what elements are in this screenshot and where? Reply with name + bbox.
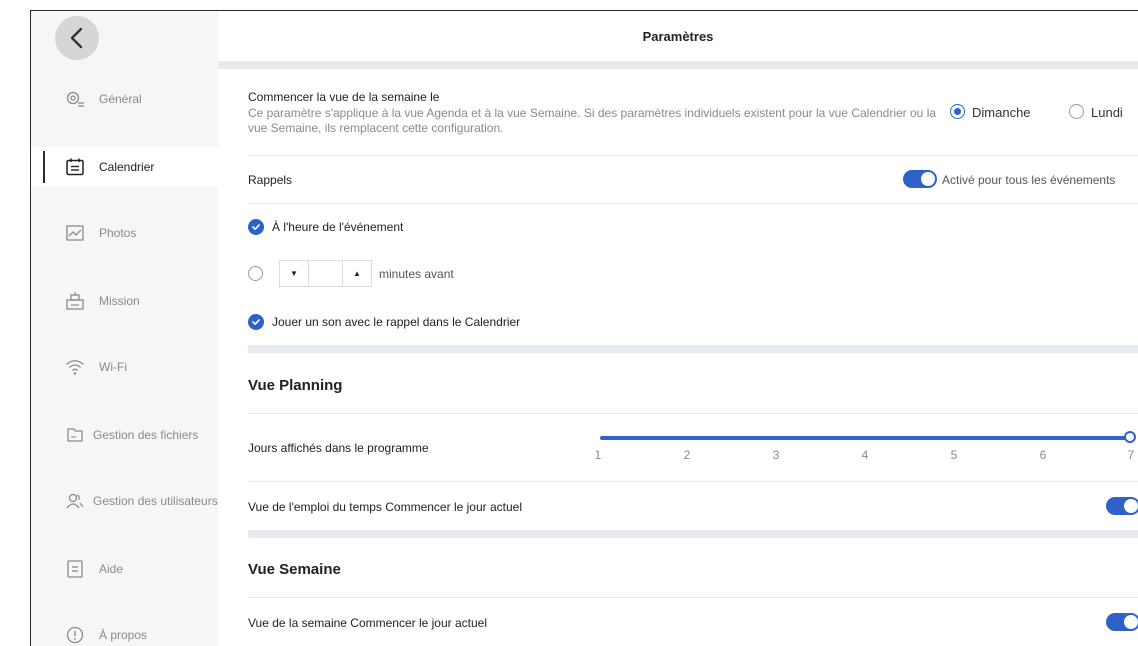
week-view-heading: Vue Semaine xyxy=(248,561,341,578)
planning-heading: Vue Planning xyxy=(248,377,343,394)
divider xyxy=(248,203,1138,204)
slider-tick: 4 xyxy=(861,448,869,462)
week-start-description: Ce paramètre s'applique à la vue Agenda … xyxy=(248,106,937,135)
sound-checkbox[interactable] xyxy=(248,314,264,330)
sidebar-item-label: À propos xyxy=(99,628,148,642)
minutes-stepper[interactable]: ▼ ▲ xyxy=(279,260,372,287)
slider-tick: 5 xyxy=(950,448,958,462)
folder-icon xyxy=(65,425,85,445)
section-separator xyxy=(248,345,1138,353)
sidebar-item-label: Gestion des utilisateurs xyxy=(93,494,218,508)
checkmark-icon xyxy=(252,319,260,325)
sound-label: Jouer un son avec le rappel dans le Cale… xyxy=(272,315,521,329)
section-separator xyxy=(248,530,1138,538)
radio-sunday[interactable] xyxy=(950,104,965,119)
sidebar-item-label: Photos xyxy=(99,226,137,240)
sidebar-item-label: Calendrier xyxy=(99,160,155,174)
week-today-label: Vue de la semaine Commencer le jour actu… xyxy=(248,616,488,630)
radio-monday[interactable] xyxy=(1069,104,1084,119)
slider-tick: 2 xyxy=(683,448,691,462)
reminders-title: Rappels xyxy=(248,173,293,187)
slider-tick: 6 xyxy=(1039,448,1047,462)
wifi-icon xyxy=(65,357,85,377)
settings-window: Général Calendrier Photos Mission Wi-Fi … xyxy=(0,0,1138,646)
sidebar-item-file-management[interactable]: Gestion des fichiers xyxy=(31,415,221,455)
page-title: Paramètres xyxy=(642,29,714,44)
week-start-title: Commencer la vue de la semaine le xyxy=(248,90,440,104)
decrement-button[interactable]: ▼ xyxy=(280,261,308,286)
gear-icon xyxy=(65,89,85,109)
days-slider-track[interactable] xyxy=(600,436,1130,440)
divider xyxy=(248,413,1138,414)
radio-sunday-label[interactable]: Dimanche xyxy=(972,105,1031,120)
minutes-input[interactable] xyxy=(308,261,343,286)
triangle-down-icon: ▼ xyxy=(290,269,298,278)
sidebar-item-label: Gestion des fichiers xyxy=(93,428,199,442)
minutes-before-label: minutes avant xyxy=(379,267,454,281)
sidebar-item-wifi[interactable]: Wi-Fi xyxy=(31,347,221,387)
reminders-toggle[interactable] xyxy=(903,170,937,188)
slider-tick: 7 xyxy=(1127,448,1135,462)
week-today-toggle[interactable] xyxy=(1106,613,1138,631)
photo-icon xyxy=(65,223,85,243)
days-slider-thumb[interactable] xyxy=(1124,431,1136,443)
at-event-checkbox[interactable] xyxy=(248,219,264,235)
minutes-before-radio[interactable] xyxy=(248,266,263,281)
divider xyxy=(248,155,1138,156)
at-event-label: À l'heure de l'événement xyxy=(272,220,404,234)
schedule-today-label: Vue de l'emploi du temps Commencer le jo… xyxy=(248,500,522,514)
users-icon xyxy=(65,491,85,511)
sidebar-item-calendar[interactable]: Calendrier xyxy=(31,147,221,187)
radio-monday-label[interactable]: Lundi xyxy=(1091,105,1123,120)
info-icon xyxy=(65,625,85,645)
sidebar-item-help[interactable]: Aide xyxy=(31,549,221,589)
reminders-toggle-label: Activé pour tous les événements xyxy=(942,173,1116,187)
slider-tick: 1 xyxy=(594,448,602,462)
sidebar-item-user-management[interactable]: Gestion des utilisateurs xyxy=(31,481,221,521)
sidebar-item-label: Aide xyxy=(99,562,124,576)
triangle-up-icon: ▲ xyxy=(353,269,361,278)
sidebar-item-general[interactable]: Général xyxy=(31,79,221,119)
calendar-icon xyxy=(65,157,85,177)
slider-tick: 3 xyxy=(772,448,780,462)
sidebar-item-label: Mission xyxy=(99,294,140,308)
sidebar-item-mission[interactable]: Mission xyxy=(31,281,221,321)
sidebar-item-photos[interactable]: Photos xyxy=(31,213,221,253)
header-separator xyxy=(218,61,1138,69)
sidebar-item-label: Général xyxy=(99,92,142,106)
mission-icon xyxy=(65,291,85,311)
sidebar-item-label: Wi-Fi xyxy=(99,360,127,374)
days-displayed-label: Jours affichés dans le programme xyxy=(248,441,429,455)
schedule-today-toggle[interactable] xyxy=(1106,497,1138,515)
increment-button[interactable]: ▲ xyxy=(343,261,371,286)
checkmark-icon xyxy=(252,224,260,230)
sidebar-item-about[interactable]: À propos xyxy=(31,615,221,646)
divider xyxy=(248,481,1138,482)
divider xyxy=(248,597,1138,598)
chevron-left-icon xyxy=(70,27,83,49)
help-icon xyxy=(65,559,85,579)
header: Paramètres xyxy=(218,11,1138,61)
back-button[interactable] xyxy=(55,16,99,60)
